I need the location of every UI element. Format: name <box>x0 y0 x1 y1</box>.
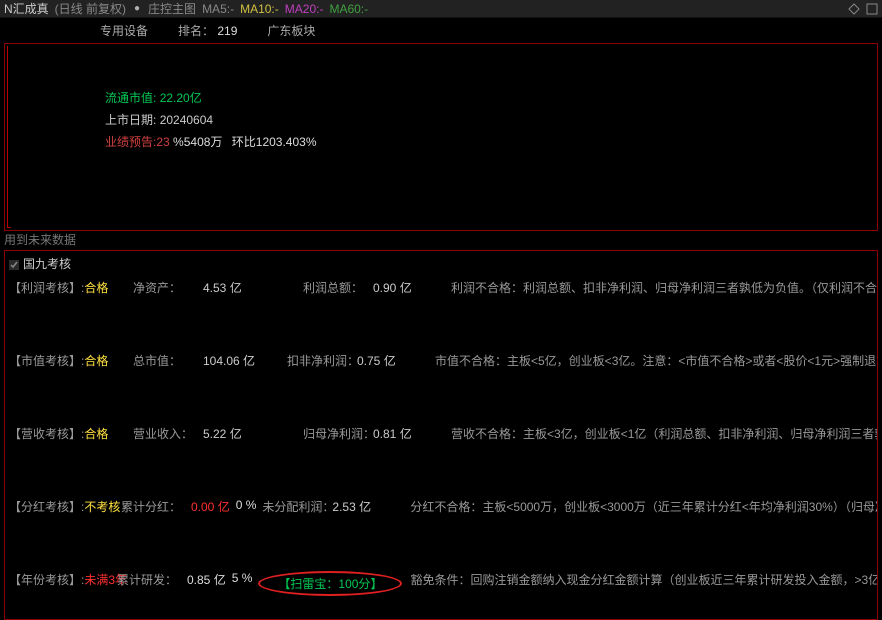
rank-value: 219 <box>217 24 237 38</box>
perf-hb-label: 环比 <box>232 135 256 149</box>
hl-l: 【 <box>278 577 290 591</box>
assessment-panel: 国九考核 【利润考核】:合格 净资产： 4.53 亿 利润总额： 0.90 亿 … <box>4 250 878 620</box>
parent-profit-value: 0.81 亿 <box>373 425 443 442</box>
total-mc-label: 总市值： <box>133 352 203 369</box>
circ-cap-value: 22.20亿 <box>160 91 202 105</box>
div-desc: 分红不合格：主板<5000万，创业板<3000万（近三年累计分红<年均净利润30… <box>410 498 878 515</box>
board-label: 广东板块 <box>267 22 315 39</box>
perf-pct: %5408万 <box>173 135 222 149</box>
revenue-value: 5.22 亿 <box>203 425 273 442</box>
mc-bracket: 【市值考核】: <box>9 354 84 368</box>
mc-status: 合格 <box>84 354 108 368</box>
profit-desc: 利润不合格：利润总额、扣非净利润、归母净利润三者孰低为负值。（仅利润不合格，不会… <box>451 279 878 296</box>
hl-r: 】 <box>370 577 382 591</box>
year-assess-row: 【年份考核】:未满3年 累计研发： 0.85 亿 5 % 【扫雷宝：100分】 … <box>9 568 873 599</box>
perf-label: 业绩预告: <box>105 135 156 149</box>
diamond-icon[interactable] <box>848 3 860 15</box>
div-status: 不考核 <box>84 500 120 514</box>
total-profit-value: 0.90 亿 <box>373 279 443 296</box>
ma60-label: MA60:- <box>329 2 368 16</box>
rev-status: 合格 <box>84 427 108 441</box>
panel-title-text: 国九考核 <box>23 255 71 272</box>
mc-desc: 市值不合格：主板<5亿，创业板<3亿。注意：<市值不合格>或者<股价<1元>强制… <box>435 352 878 369</box>
dot-separator: ● <box>134 3 140 14</box>
dividend-assess-row: 【分红考核】:不考核 累计分红： 0.00 亿 0 % 未分配利润： 2.53 … <box>9 495 873 518</box>
axis-line <box>7 46 11 228</box>
net-asset-label: 净资产： <box>133 279 203 296</box>
total-mc-value: 104.06 亿 <box>203 352 273 369</box>
year-bracket: 【年份考核】: <box>9 573 84 587</box>
indicator-label: 庄控主图 <box>148 0 196 17</box>
undist-profit-label: 未分配利润： <box>262 498 332 515</box>
rev-desc: 营收不合格：主板<3亿，创业板<1亿（利润总额、扣非净利润、归母净利润三者孰低为… <box>451 425 878 442</box>
ma20-label: MA20:- <box>285 2 324 16</box>
ipo-date-value: 20240604 <box>160 113 213 127</box>
revenue-label: 营业收入： <box>133 425 203 442</box>
profit-assess-row: 【利润考核】:合格 净资产： 4.53 亿 利润总额： 0.90 亿 利润不合格… <box>9 276 873 299</box>
check-icon <box>9 259 19 269</box>
undist-profit-value: 2.53 亿 <box>332 498 402 515</box>
ma10-label: MA10:- <box>240 2 279 16</box>
ipo-date-label: 上市日期: <box>105 113 156 127</box>
perf-hb-val: 1203.403% <box>256 135 317 149</box>
deduct-profit-value: 0.75 亿 <box>357 352 427 369</box>
rank-field: 排名： 219 <box>178 22 237 39</box>
hl-text: 扫雷宝：100分 <box>290 577 370 591</box>
rd-pct: 5 % <box>232 571 253 585</box>
revenue-assess-row: 【营收考核】:合格 营业收入： 5.22 亿 归母净利润： 0.81 亿 营收不… <box>9 422 873 445</box>
equipment-label: 专用设备 <box>100 22 148 39</box>
rev-bracket: 【营收考核】: <box>9 427 84 441</box>
circ-cap-label: 流通市值: <box>105 91 156 105</box>
net-asset-value: 4.53 亿 <box>203 279 273 296</box>
highlight-saoleibao: 【扫雷宝：100分】 <box>258 571 402 596</box>
period-label: (日线 前复权) <box>55 0 126 17</box>
cum-rd-value: 0.85 亿 <box>187 571 226 588</box>
chart-footer-label: 用到未来数据 <box>0 231 882 248</box>
cum-dividend-label: 累计分红： <box>121 498 191 515</box>
stock-name: N汇成真 <box>4 0 49 17</box>
total-profit-label: 利润总额： <box>303 279 373 296</box>
marketcap-assess-row: 【市值考核】:合格 总市值： 104.06 亿 扣非净利润： 0.75 亿 市值… <box>9 349 873 372</box>
year-desc: 豁免条件：回购注销金额纳入现金分红金额计算（创业板近三年累计研发投入金额，>3亿… <box>410 571 878 588</box>
cum-rd-label: 累计研发： <box>117 571 187 588</box>
parent-profit-label: 归母净利润： <box>303 425 373 442</box>
square-icon[interactable] <box>866 3 878 15</box>
perf-val-a: 23 <box>156 135 169 149</box>
div-pct: 0 % <box>236 498 257 512</box>
profit-status: 合格 <box>84 281 108 295</box>
main-chart-area[interactable]: 流通市值: 22.20亿 上市日期: 20240604 业绩预告:23 %540… <box>4 43 878 231</box>
profit-bracket: 【利润考核】: <box>9 281 84 295</box>
deduct-profit-label: 扣非净利润： <box>287 352 357 369</box>
ma5-label: MA5:- <box>202 2 234 16</box>
cum-dividend-value: 0.00 亿 <box>191 498 230 515</box>
rank-label: 排名： <box>178 24 214 38</box>
div-bracket: 【分红考核】: <box>9 500 84 514</box>
